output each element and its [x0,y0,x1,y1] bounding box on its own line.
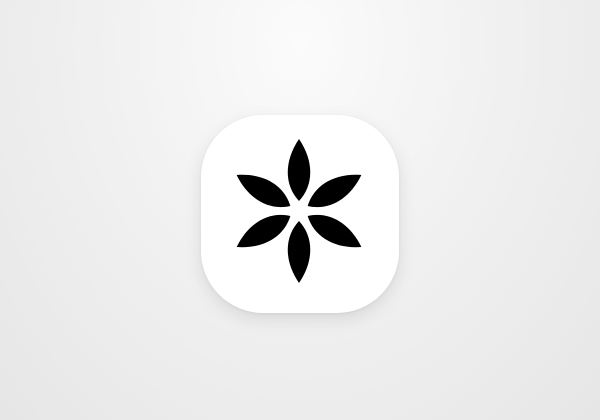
flower-petal [287,139,311,201]
desktop-background [0,0,600,420]
flower-icon [236,139,362,283]
flower-petal [307,174,362,208]
flower-petal [287,221,311,283]
flower-petal [307,214,362,248]
flower-petal [236,174,291,208]
flower-petal [236,214,291,248]
app-icon-button[interactable] [201,115,399,313]
